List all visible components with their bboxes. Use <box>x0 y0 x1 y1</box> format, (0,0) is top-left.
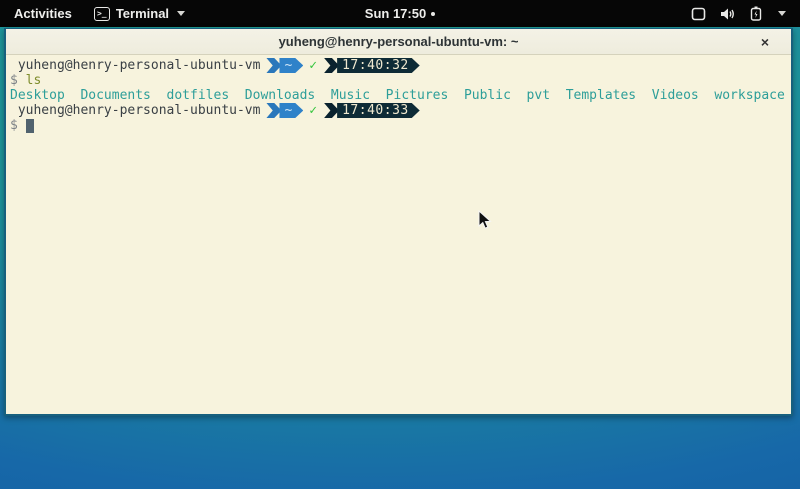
powerline-chevron-icon <box>324 103 339 118</box>
app-menu-label: Terminal <box>116 6 169 21</box>
screen-icon <box>691 7 706 21</box>
battery-charging-icon <box>750 6 762 21</box>
ls-output: Desktop Documents dotfiles Downloads Mus… <box>10 88 787 103</box>
input-line[interactable]: $ <box>10 118 787 133</box>
prompt-line-2: yuheng@henry-personal-ubuntu-vm ~ ✓ 17:4… <box>10 103 787 118</box>
prompt-path-segment: ~ <box>279 58 303 73</box>
command-line: $ ls <box>10 73 787 88</box>
status-check-icon: ✓ <box>309 58 317 73</box>
powerline-chevron-icon <box>266 58 281 73</box>
volume-icon <box>720 7 736 21</box>
prompt-dollar: $ <box>10 73 26 88</box>
notification-dot-icon <box>431 12 435 16</box>
powerline-chevron-icon <box>324 58 339 73</box>
system-status-area[interactable] <box>691 6 800 21</box>
text-cursor <box>26 119 34 133</box>
powerline-chevron-icon <box>266 103 281 118</box>
window-title: yuheng@henry-personal-ubuntu-vm: ~ <box>6 34 791 49</box>
system-menu-chevron-icon <box>778 11 786 16</box>
prompt-time-segment: 17:40:32 <box>337 58 420 73</box>
prompt-dollar: $ <box>10 118 26 133</box>
activities-button[interactable]: Activities <box>10 2 76 25</box>
prompt-user-host: yuheng@henry-personal-ubuntu-vm <box>10 58 260 73</box>
status-check-icon: ✓ <box>309 103 317 118</box>
clock-label: Sun 17:50 <box>365 6 426 21</box>
prompt-user-host: yuheng@henry-personal-ubuntu-vm <box>10 103 260 118</box>
terminal-content[interactable]: yuheng@henry-personal-ubuntu-vm ~ ✓ 17:4… <box>6 55 791 414</box>
prompt-time-segment: 17:40:33 <box>337 103 420 118</box>
typed-command: ls <box>26 73 42 88</box>
chevron-down-icon <box>177 11 185 16</box>
window-titlebar[interactable]: yuheng@henry-personal-ubuntu-vm: ~ × <box>6 29 791 55</box>
prompt-path-segment: ~ <box>279 103 303 118</box>
terminal-window: yuheng@henry-personal-ubuntu-vm: ~ × yuh… <box>4 28 793 416</box>
top-bar: Activities >_ Terminal Sun 17:50 <box>0 0 800 27</box>
terminal-icon: >_ <box>94 7 110 21</box>
app-menu[interactable]: >_ Terminal <box>94 6 185 21</box>
prompt-line-1: yuheng@henry-personal-ubuntu-vm ~ ✓ 17:4… <box>10 58 787 73</box>
close-button[interactable]: × <box>755 29 775 55</box>
